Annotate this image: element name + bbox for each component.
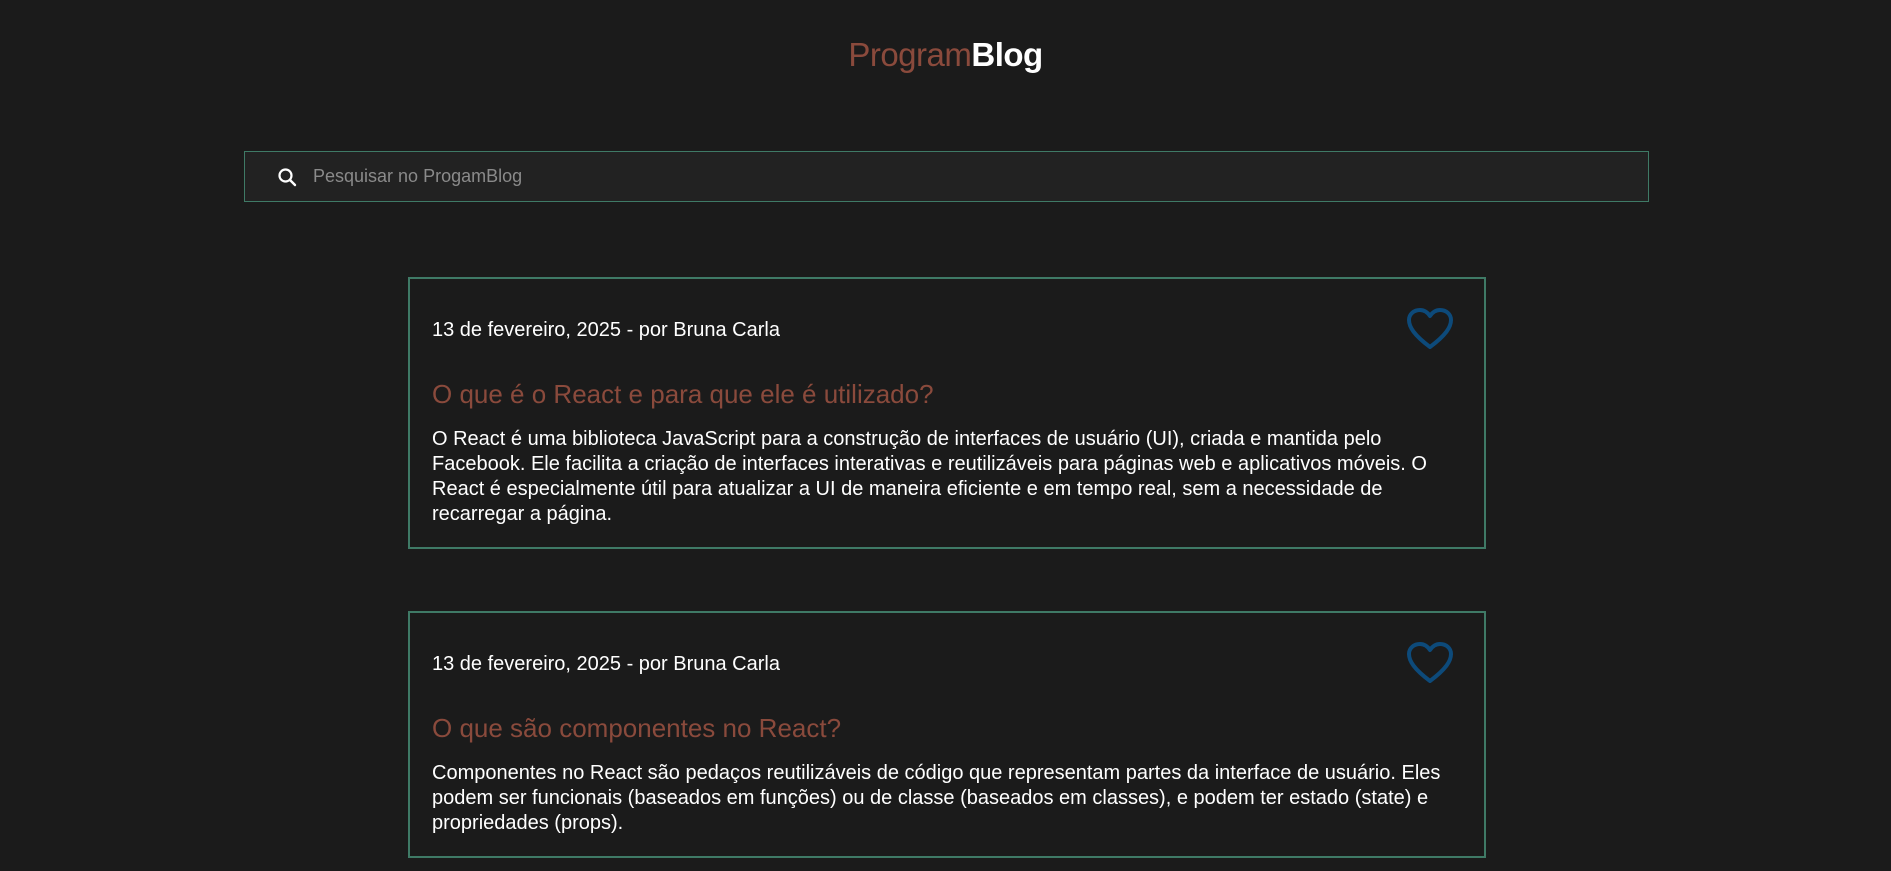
post-meta: 13 de fevereiro, 2025 - por Bruna Carla (432, 653, 780, 675)
post-title[interactable]: O que é o React e para que ele é utiliza… (432, 379, 934, 410)
post-card: 13 de fevereiro, 2025 - por Bruna Carla … (408, 611, 1486, 858)
site-logo[interactable]: ProgramBlog (0, 36, 1891, 74)
search-bar (244, 151, 1649, 202)
logo-blog-text: Blog (971, 36, 1043, 73)
logo-program-text: Program (848, 36, 972, 73)
post-title[interactable]: O que são componentes no React? (432, 713, 841, 744)
search-input[interactable] (313, 152, 1648, 201)
post-meta: 13 de fevereiro, 2025 - por Bruna Carla (432, 319, 780, 341)
post-body: O React é uma biblioteca JavaScript para… (432, 428, 1427, 525)
heart-icon[interactable] (1406, 307, 1454, 351)
search-icon[interactable] (275, 165, 299, 189)
post-card: 13 de fevereiro, 2025 - por Bruna Carla … (408, 277, 1486, 549)
post-body: Componentes no React são pedaços reutili… (432, 762, 1441, 834)
heart-icon[interactable] (1406, 641, 1454, 685)
